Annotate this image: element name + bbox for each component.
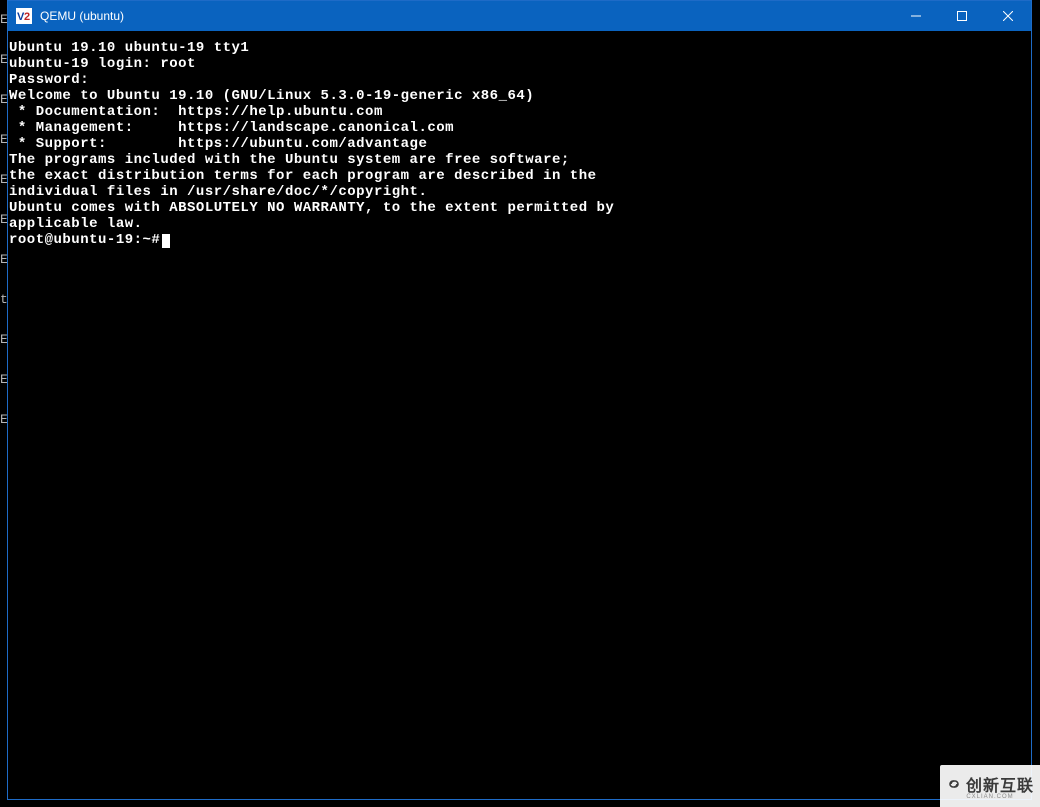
qemu-window: V 2 QEMU (ubuntu) Ubuntu 19.10 ubuntu-19…	[7, 0, 1032, 800]
clipped-char	[0, 520, 7, 560]
clipped-char: E	[0, 200, 7, 240]
clipped-char: E	[0, 40, 7, 80]
terminal-line: Ubuntu 19.10 ubuntu-19 tty1	[9, 40, 1030, 56]
clipped-char: t	[0, 280, 7, 320]
terminal-line: * Support: https://ubuntu.com/advantage	[9, 136, 1030, 152]
window-title: QEMU (ubuntu)	[40, 9, 124, 23]
clipped-char: E	[0, 120, 7, 160]
svg-text:2: 2	[24, 11, 30, 23]
minimize-button[interactable]	[893, 1, 939, 31]
clipped-char: E	[0, 360, 7, 400]
terminal-line: Ubuntu comes with ABSOLUTELY NO WARRANTY…	[9, 200, 1030, 216]
vnc-app-icon: V 2	[16, 8, 32, 24]
terminal-line: * Management: https://landscape.canonica…	[9, 120, 1030, 136]
terminal-output[interactable]: Ubuntu 19.10 ubuntu-19 tty1ubuntu-19 log…	[9, 32, 1030, 798]
clipped-char	[0, 600, 7, 640]
clipped-char: E	[0, 160, 7, 200]
clipped-char	[0, 480, 7, 520]
terminal-line: the exact distribution terms for each pr…	[9, 168, 1030, 184]
window-titlebar[interactable]: V 2 QEMU (ubuntu)	[8, 1, 1031, 31]
terminal-line: Welcome to Ubuntu 19.10 (GNU/Linux 5.3.0…	[9, 88, 1030, 104]
close-button[interactable]	[985, 1, 1031, 31]
terminal-line: Password:	[9, 72, 1030, 88]
clipped-char	[0, 640, 7, 680]
clipped-char: E	[0, 0, 7, 40]
link-icon	[946, 776, 962, 792]
clipped-char	[0, 560, 7, 600]
clipped-char	[0, 440, 7, 480]
terminal-line: The programs included with the Ubuntu sy…	[9, 152, 1030, 168]
watermark-text: 创新互联	[946, 772, 1034, 796]
terminal-line: ubuntu-19 login: root	[9, 56, 1030, 72]
clipped-char: E	[0, 240, 7, 280]
clipped-char: E	[0, 400, 7, 440]
terminal-line: individual files in /usr/share/doc/*/cop…	[9, 184, 1030, 200]
watermark-main-text: 创新互联	[966, 772, 1034, 796]
clipped-char: E	[0, 80, 7, 120]
terminal-line: applicable law.	[9, 216, 1030, 232]
terminal-line: root@ubuntu-19:~#	[9, 232, 1030, 248]
watermark-badge: 创新互联 CXLIAN.COM	[940, 765, 1040, 807]
background-clipped-text: EEEEEEEtEEE	[0, 0, 7, 807]
clipped-char: E	[0, 320, 7, 360]
watermark-subtext: CXLIAN.COM	[966, 794, 1013, 800]
terminal-line: * Documentation: https://help.ubuntu.com	[9, 104, 1030, 120]
terminal-cursor	[162, 234, 170, 248]
maximize-button[interactable]	[939, 1, 985, 31]
